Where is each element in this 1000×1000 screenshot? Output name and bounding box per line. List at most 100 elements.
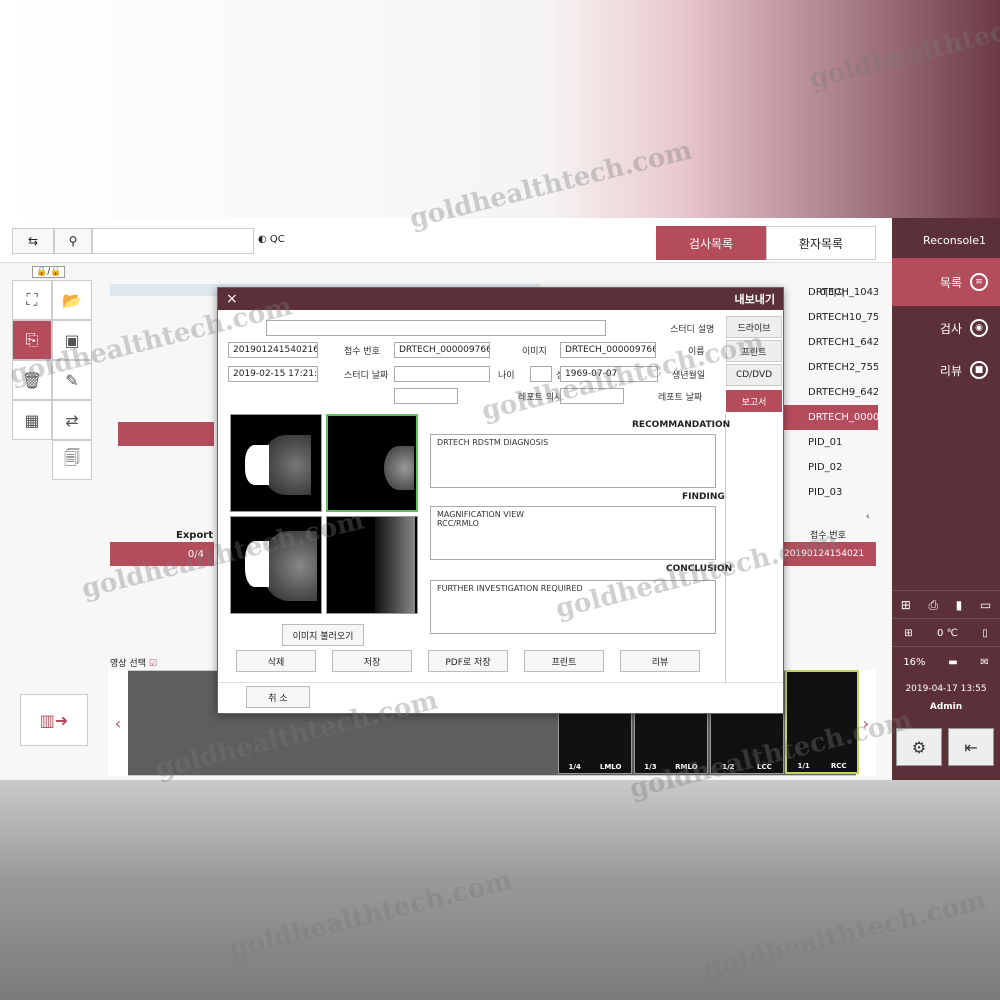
patient-row[interactable]: DRTECH10_75588 — [780, 305, 878, 330]
report-image-4[interactable] — [326, 516, 418, 614]
accession-value-text: 20190124154021 — [784, 549, 865, 559]
printer-icon: ⎙ — [928, 597, 939, 612]
detector-icon: ▯ — [982, 627, 988, 639]
calendar-button[interactable]: ▦ — [12, 400, 52, 440]
tab-exam-list[interactable]: 검사목록 — [656, 226, 766, 260]
right-sidebar: Reconsole1 목록 ≡ 검사 ◉ 리뷰 ■ ⊞ ⎙ ▮ ▭ ⊞ 0 ℃ ▯ 16% ▬ ✉ … — [892, 218, 1000, 780]
patient-row[interactable]: DRTECH2_75588 — [780, 355, 878, 380]
thumbnail-index: 1/2 — [722, 763, 735, 771]
list-scroll-right[interactable]: ‹ — [866, 512, 870, 522]
excel-icon: ⇄ — [65, 410, 79, 430]
search-input[interactable] — [92, 228, 254, 254]
thumbnail-label: RCC — [830, 762, 847, 770]
review-button[interactable]: 리뷰 — [620, 650, 700, 672]
patient-row[interactable]: DRTECH9_6420_1 — [780, 380, 878, 405]
name-field[interactable]: DRTECH_000009766 — [560, 342, 656, 358]
study-desc-label: 스터디 설명 — [670, 325, 715, 335]
patient-row[interactable]: DRTECH_10431 — [780, 280, 878, 305]
search-button[interactable]: ⚲ — [54, 228, 92, 254]
edit-button[interactable]: ✎ — [52, 360, 92, 400]
thumbnail-label: RMLO — [675, 763, 698, 771]
strip-next-button[interactable]: › — [856, 670, 876, 776]
reporter-label: 레포트 의사 — [518, 393, 563, 403]
export-tool-button[interactable]: ⎘ — [12, 320, 52, 360]
sidebar-item-label: 검사 — [939, 321, 962, 336]
sidebar-item-exam[interactable]: 검사 ◉ — [892, 304, 1000, 352]
delete-button[interactable]: 🗑 — [12, 360, 52, 400]
thumbnail-label: LMLO — [599, 763, 622, 771]
cancel-button[interactable]: 취 소 — [246, 686, 310, 708]
sex-field[interactable] — [530, 366, 552, 382]
name-label: 이름 — [688, 347, 705, 357]
recommendation-textbox[interactable]: DRTECH RDSTM DIAGNOSIS — [430, 434, 716, 488]
search-icon: ⚲ — [68, 234, 78, 248]
birth-field[interactable]: 1969-07-07 — [560, 366, 658, 382]
sidebar-item-list[interactable]: 목록 ≡ — [892, 258, 1000, 306]
strip-prev-button[interactable]: ‹ — [108, 670, 128, 776]
export-excel-button[interactable]: ⇄ — [52, 400, 92, 440]
patient-row[interactable]: PID_02 — [780, 455, 878, 480]
tab-print[interactable]: 프린트 — [726, 340, 782, 362]
print-button[interactable]: 프린트 — [524, 650, 604, 672]
lock-toggle[interactable]: 🔒/🔓 — [32, 266, 66, 278]
delete-all-button[interactable]: 🗐 — [52, 440, 92, 480]
finding-textbox[interactable]: MAGNIFICATION VIEW RCC/RMLO — [430, 506, 716, 560]
tab-patient-list-label: 환자목록 — [798, 236, 844, 251]
report-image-2[interactable] — [326, 414, 418, 512]
thumbnail-index: 1/4 — [568, 763, 581, 771]
patient-row[interactable]: PID_03 — [780, 480, 878, 505]
tab-cd-dvd[interactable]: CD/DVD — [726, 364, 782, 386]
battery-icon: ▬ — [948, 656, 958, 668]
conclusion-textbox[interactable]: FURTHER INVESTIGATION REQUIRED — [430, 580, 716, 634]
side-tab-divider — [725, 414, 726, 684]
image-window-button[interactable]: ▣ — [52, 320, 92, 360]
storage-icon: ▮ — [955, 598, 963, 612]
age-field[interactable] — [394, 366, 490, 382]
report-image-3[interactable] — [230, 516, 322, 614]
watermark-text: goldhealthtech.com — [806, 0, 1000, 95]
save-pdf-button[interactable]: PDF로 저장 — [428, 650, 508, 672]
battery-row: 16% ▬ ✉ — [892, 646, 1000, 677]
exit-panel-button[interactable]: ▥➜ — [20, 694, 88, 746]
image-select-toggle[interactable]: 영상 선택 ☑ — [110, 656, 157, 669]
logout-icon: ⇤ — [964, 737, 978, 757]
user-name: Admin — [929, 702, 963, 712]
reporter-field[interactable] — [394, 388, 458, 404]
target-icon: ◉ — [970, 319, 988, 337]
patient-id-field[interactable]: DRTECH_000009766 — [394, 342, 490, 358]
accession-field[interactable]: 20190124154021668 — [228, 342, 318, 358]
patient-row[interactable]: PID_01 — [780, 430, 878, 455]
thumbnail-rcc[interactable]: 1/1 RCC — [785, 670, 859, 774]
accession-field-label: 접수 번호 — [344, 347, 380, 357]
settings-button[interactable]: ⚙ — [896, 728, 942, 766]
delete-button-dialog[interactable]: 삭제 — [236, 650, 316, 672]
breast-tissue-shape — [384, 446, 414, 490]
sidebar-item-review[interactable]: 리뷰 ■ — [892, 346, 1000, 394]
tab-report[interactable]: 보고서 — [726, 390, 782, 412]
logout-button[interactable]: ⇤ — [948, 728, 994, 766]
recommendation-text: DRTECH RDSTM DIAGNOSIS — [437, 438, 549, 447]
load-images-button[interactable]: 이미지 불러오기 — [282, 624, 364, 646]
breast-tissue-shape — [375, 517, 415, 613]
breast-tissue-shape — [261, 531, 317, 601]
report-image-1[interactable] — [230, 414, 322, 512]
age-label: 나이 — [498, 371, 515, 381]
compression-paddle-shape — [245, 541, 269, 587]
tab-drive[interactable]: 드라이브 — [726, 316, 782, 338]
dialog-close-button[interactable]: × — [226, 291, 238, 307]
qc-indicator[interactable]: ◐ QC — [258, 234, 285, 245]
study-date-field[interactable]: 2019-02-15 17:21:48 — [228, 366, 318, 382]
save-button[interactable]: 저장 — [332, 650, 412, 672]
qc-label: QC — [269, 234, 285, 245]
refresh-button[interactable]: ⇆ — [12, 228, 54, 254]
patient-row[interactable]: DRTECH_000009 — [780, 405, 878, 430]
study-desc-field[interactable] — [266, 320, 606, 336]
conclusion-title: CONCLUSION — [666, 564, 733, 574]
report-date-field[interactable] — [560, 388, 624, 404]
tab-patient-list[interactable]: 환자목록 — [766, 226, 876, 260]
gear-icon: ⚙ — [911, 737, 927, 757]
open-folder-button[interactable]: 📂 — [52, 280, 92, 320]
thumbnail-caption: 1/4 LMLO — [559, 763, 631, 771]
patient-row[interactable]: DRTECH1_6420 — [780, 330, 878, 355]
fit-view-button[interactable]: ⛶ — [12, 280, 52, 320]
